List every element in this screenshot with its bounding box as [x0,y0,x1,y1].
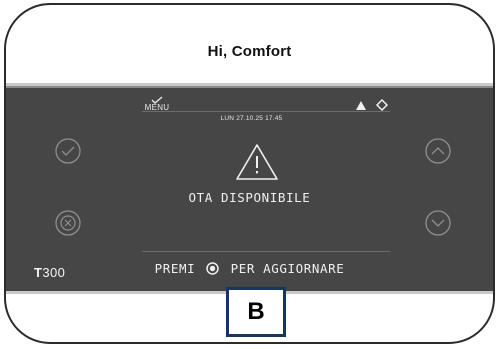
status-icons [356,98,389,112]
chevron-down-icon[interactable] [424,209,452,237]
update-instruction: PREMI PER AGGIORNARE [6,261,493,276]
ota-message: OTA DISPONIBILE [188,190,311,205]
button-icon [206,262,220,275]
display-screen: MENU LUN 27.10.25 17.45 OTA DISPONIBILE … [6,83,493,294]
header-divider [142,111,390,112]
confirm-icon[interactable] [54,137,82,165]
screen-divider [6,86,493,88]
instruction-prefix: PREMI [154,261,196,276]
warning-triangle-icon [236,144,278,180]
instruction-suffix: PER AGGIORNARE [230,261,345,276]
model-label: T300 [34,265,66,280]
datetime-text: LUN 27.10.25 17.45 [220,115,283,122]
footer-divider [142,251,390,252]
callout-badge: B [226,287,286,337]
warning-icon [356,101,366,110]
menu-button[interactable]: MENU [142,96,172,112]
cancel-icon[interactable] [54,209,82,237]
greeting-title: Hi, Comfort [207,43,292,60]
diamond-icon [375,98,389,112]
chevron-up-icon[interactable] [424,137,452,165]
